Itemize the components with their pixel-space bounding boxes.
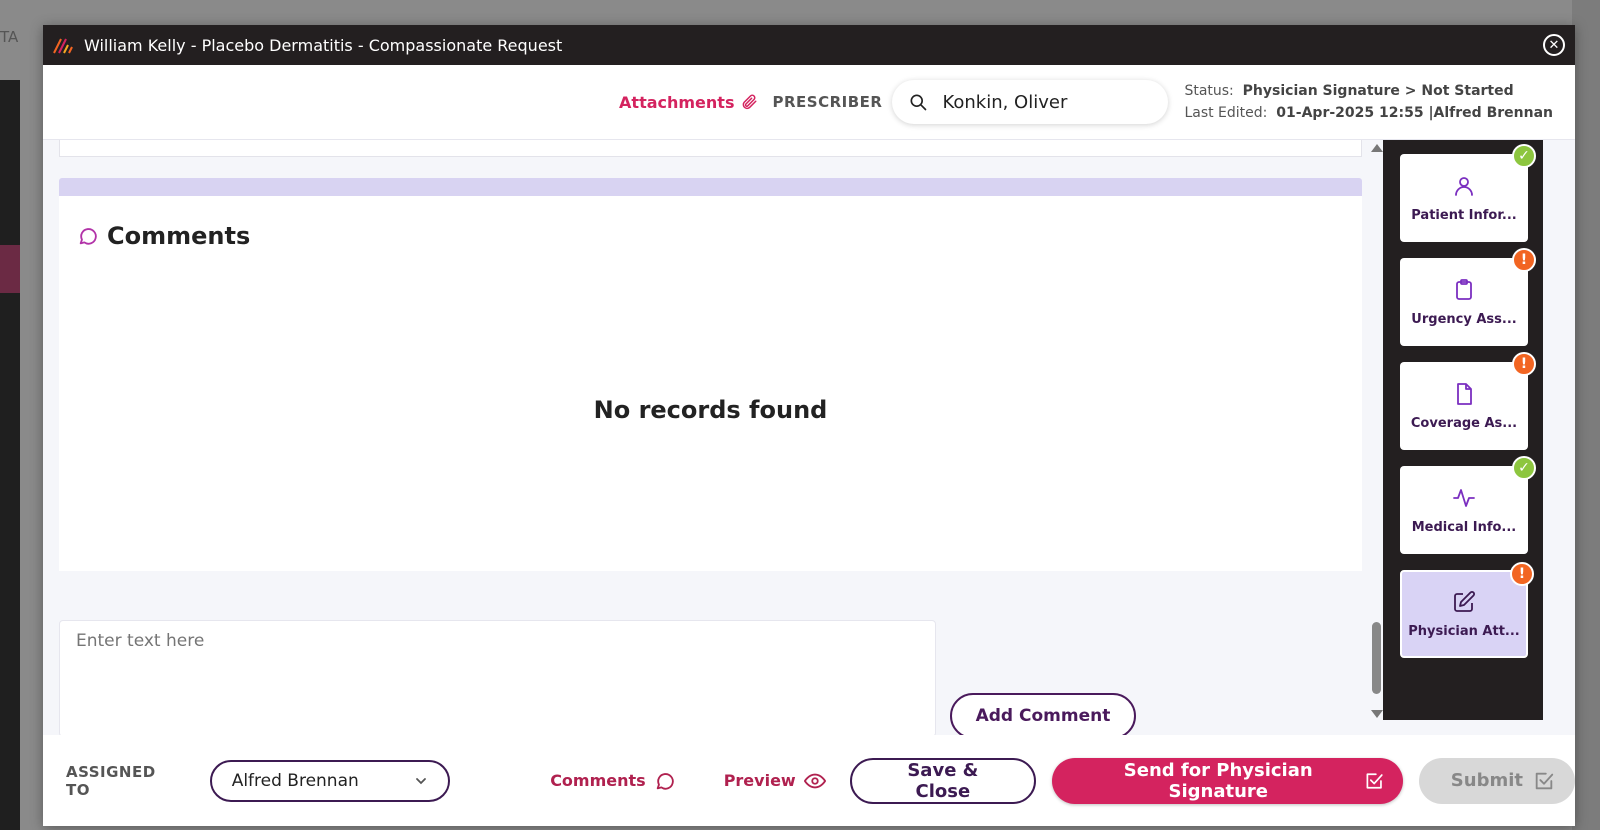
comments-link-label: Comments (550, 771, 646, 790)
comments-heading: Comments (77, 222, 250, 250)
last-edited-label: Last Edited: (1184, 105, 1268, 121)
send-for-signature-label: Send for Physician Signature (1123, 759, 1313, 802)
nav-urgency-assessment[interactable]: ! Urgency Ass... (1400, 248, 1536, 346)
previous-section-card (59, 140, 1362, 157)
nav-medical-information[interactable]: ✓ Medical Info... (1400, 456, 1536, 554)
background-sidebar (0, 80, 20, 830)
scroll-up-arrow-icon[interactable] (1371, 144, 1383, 152)
chevron-down-icon (416, 777, 427, 784)
paperclip-icon (743, 94, 757, 110)
assignee-value: Alfred Brennan (231, 770, 359, 791)
warning-exclamation-icon: ! (1512, 352, 1536, 376)
form-body: Comments No records found Add Comment (43, 140, 1413, 745)
background-page-text: TA (0, 28, 19, 46)
nav-coverage-assessment[interactable]: ! Coverage As... (1400, 352, 1536, 450)
save-close-button[interactable]: Save & Close (849, 757, 1037, 804)
request-modal: William Kelly - Placebo Dermatitis - Com… (43, 25, 1575, 826)
search-icon (910, 94, 927, 111)
assigned-to-label: ASSIGNED TO (66, 762, 156, 799)
prescriber-search (892, 80, 1169, 124)
checkbox-edit-icon (1535, 772, 1554, 789)
submit-button: Submit (1418, 757, 1575, 804)
nav-label: Medical Info... (1411, 519, 1517, 535)
scroll-thumb[interactable] (1372, 622, 1381, 694)
attachments-link[interactable]: Attachments (619, 93, 758, 112)
eye-icon (803, 773, 826, 788)
nav-label: Patient Infor... (1411, 207, 1517, 223)
document-icon (1457, 382, 1472, 405)
close-icon[interactable]: ✕ (1543, 34, 1565, 56)
comments-title: Comments (107, 222, 251, 250)
complete-check-icon: ✓ (1512, 456, 1536, 480)
request-header: Attachments PRESCRIBER Status: Physician… (43, 65, 1575, 140)
modal-title: William Kelly - Placebo Dermatitis - Com… (84, 35, 563, 55)
add-comment-button[interactable]: Add Comment (950, 693, 1136, 739)
warning-exclamation-icon: ! (1512, 248, 1536, 272)
comments-link[interactable]: Comments (550, 770, 676, 792)
person-icon (1455, 176, 1473, 196)
comments-panel: Comments No records found (59, 196, 1362, 571)
submit-label: Submit (1450, 770, 1523, 791)
preview-link[interactable]: Preview (724, 770, 826, 792)
background-page-right (1572, 0, 1600, 830)
clipboard-icon (1456, 278, 1472, 300)
nav-physician-attestation[interactable]: ! Physician Att... (1400, 562, 1534, 658)
complete-check-icon: ✓ (1512, 144, 1536, 168)
status-block: Status: Physician Signature > Not Starte… (1184, 80, 1553, 124)
comment-input[interactable] (59, 620, 936, 737)
assignee-select[interactable]: Alfred Brennan (209, 759, 451, 802)
brand-logo-icon (53, 38, 73, 54)
pulse-icon (1453, 488, 1475, 507)
preview-link-label: Preview (723, 771, 796, 790)
section-header-band (59, 178, 1362, 198)
content-scrollbar[interactable] (1369, 140, 1383, 720)
action-footer: ASSIGNED TO Alfred Brennan Comments Prev… (43, 735, 1575, 826)
status-label: Status: (1184, 83, 1234, 99)
nav-label: Urgency Ass... (1411, 311, 1517, 327)
nav-patient-information[interactable]: ✓ Patient Infor... (1400, 144, 1536, 242)
checkbox-edit-icon (1366, 772, 1384, 789)
last-edited-value: 01-Apr-2025 12:55 |Alfred Brennan (1276, 105, 1553, 121)
prescriber-label: PRESCRIBER (772, 93, 883, 111)
status-value: Physician Signature > Not Started (1242, 83, 1514, 99)
empty-state-text: No records found (593, 396, 828, 424)
scroll-down-arrow-icon[interactable] (1371, 710, 1383, 718)
prescriber-search-input[interactable] (942, 91, 1143, 113)
speech-bubble-icon (79, 228, 97, 245)
background-sidebar-active (0, 245, 20, 293)
nav-label: Coverage As... (1410, 415, 1518, 431)
modal-titlebar: William Kelly - Placebo Dermatitis - Com… (43, 25, 1575, 65)
send-for-signature-button[interactable]: Send for Physician Signature (1052, 757, 1403, 804)
speech-bubble-icon (656, 772, 674, 790)
edit-icon (1454, 590, 1475, 612)
attachments-label: Attachments (619, 92, 735, 112)
warning-exclamation-icon: ! (1510, 562, 1534, 586)
nav-label: Physician Att... (1408, 623, 1520, 639)
section-nav-rail: ✓ Patient Infor... ! Urgency Ass... ! Co… (1383, 140, 1543, 720)
